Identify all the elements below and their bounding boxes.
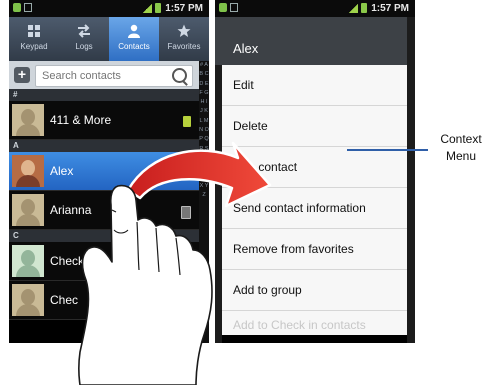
tab-logs-label: Logs: [75, 42, 93, 51]
context-menu-screen: 1:57 PM Alex Edit Delete Join contact Se…: [215, 0, 415, 343]
status-time: 1:57 PM: [165, 3, 203, 14]
sim-icon: [183, 257, 191, 268]
contact-row-alex[interactable]: Alex: [9, 152, 199, 191]
callout-line1: Context: [440, 132, 482, 146]
menu-item-send-contact-info[interactable]: Send contact information: [222, 188, 407, 229]
account-icon: [181, 206, 191, 219]
menu-item-label: Add to Check in contacts: [233, 318, 366, 332]
callout-line: [347, 149, 428, 151]
usb-icon: [230, 2, 238, 12]
sim-icon: [183, 296, 191, 307]
keypad-icon: [28, 25, 40, 37]
menu-item-label: Remove from favorites: [233, 242, 354, 256]
tab-favorites-label: Favorites: [167, 42, 201, 51]
search-input[interactable]: [40, 69, 164, 83]
section-header: C: [9, 230, 199, 242]
menu-item-add-check-in[interactable]: Add to Check in contacts: [222, 311, 407, 335]
menu-item-edit[interactable]: Edit: [222, 65, 407, 106]
signal-icon: [142, 3, 153, 13]
menu-item-label: Send contact information: [233, 201, 366, 215]
contact-name: Chec: [50, 293, 79, 307]
avatar: [12, 155, 44, 187]
contact-name: Alex: [50, 164, 74, 178]
tab-bar: Keypad Logs Contacts Favorites: [9, 17, 209, 61]
context-menu-title-text: Alex: [233, 41, 259, 56]
sim-icon: [183, 116, 191, 127]
status-time: 1:57 PM: [371, 3, 409, 14]
tab-favorites[interactable]: Favorites: [159, 17, 209, 61]
logs-icon: [78, 24, 90, 38]
usb-icon: [24, 2, 32, 12]
avatar: [12, 104, 44, 136]
contact-row-chec[interactable]: Chec: [9, 281, 199, 320]
contact-row-arianna[interactable]: Arianna: [9, 191, 199, 230]
tab-contacts-label: Contacts: [118, 42, 150, 51]
dimmed-background: [215, 65, 222, 343]
menu-item-label: Join contact: [233, 160, 298, 174]
section-header: #: [9, 89, 199, 101]
contact-name: 411 & More: [50, 113, 112, 127]
avatar: [12, 245, 44, 277]
status-bar: 1:57 PM: [215, 0, 415, 17]
menu-item-remove-favorites[interactable]: Remove from favorites: [222, 229, 407, 270]
notification-icon: [13, 2, 21, 12]
search-row: +: [9, 61, 199, 89]
battery-icon: [155, 3, 162, 14]
tab-keypad-label: Keypad: [20, 42, 48, 51]
callout-line2: Menu: [445, 149, 477, 163]
avatar: [12, 284, 44, 316]
add-contact-button[interactable]: +: [14, 67, 30, 83]
contact-row-411[interactable]: 411 & More: [9, 101, 199, 140]
menu-item-label: Add to group: [233, 283, 302, 297]
menu-item-label: Delete: [233, 119, 268, 133]
contact-name: Check: [50, 254, 85, 268]
tab-contacts[interactable]: Contacts: [109, 17, 159, 61]
signal-icon: [348, 3, 359, 13]
status-bar: 1:57 PM: [9, 0, 209, 17]
search-icon[interactable]: [172, 68, 187, 83]
tab-keypad[interactable]: Keypad: [9, 17, 59, 61]
dimmed-background: [407, 17, 415, 343]
search-box[interactable]: [35, 65, 193, 87]
callout-label: Context Menu: [432, 131, 490, 165]
menu-item-add-to-group[interactable]: Add to group: [222, 270, 407, 311]
battery-icon: [361, 3, 368, 14]
contact-row-check[interactable]: Check: [9, 242, 199, 281]
context-menu: Edit Delete Join contact Send contact in…: [222, 65, 407, 335]
tab-logs[interactable]: Logs: [59, 17, 109, 61]
section-header: A: [9, 140, 199, 152]
menu-item-delete[interactable]: Delete: [222, 106, 407, 147]
avatar: [12, 194, 44, 226]
account-icon: [181, 167, 191, 180]
star-icon: [177, 24, 191, 37]
alphabet-index[interactable]: # A B C D E F G H I J K L M N O P Q R S …: [199, 61, 209, 343]
menu-item-join-contact[interactable]: Join contact: [222, 147, 407, 188]
contacts-screen: 1:57 PM Keypad Logs Contacts Favorites +…: [9, 0, 209, 343]
contact-name: Arianna: [50, 203, 92, 217]
notification-icon: [219, 2, 227, 12]
menu-item-label: Edit: [233, 78, 254, 92]
context-menu-title: Alex: [215, 17, 407, 65]
contacts-icon: [128, 24, 140, 38]
